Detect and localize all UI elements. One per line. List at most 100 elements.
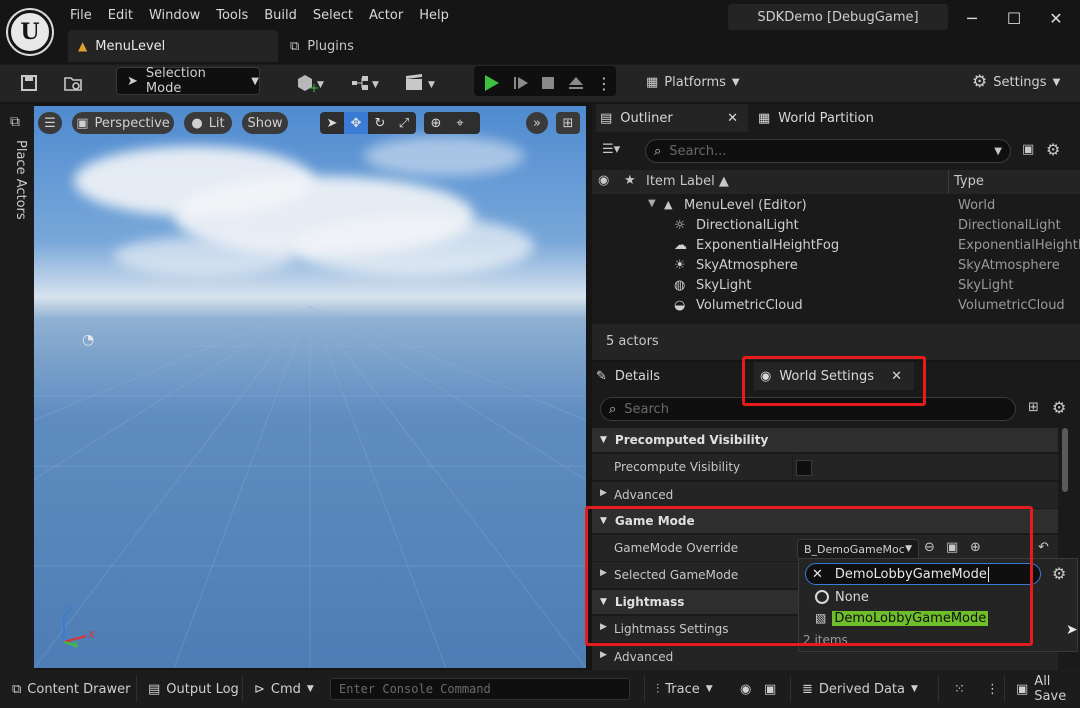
pin-icon[interactable]: ★: [624, 173, 636, 188]
gear-icon: ⚙: [972, 72, 988, 92]
blueprints-icon[interactable]: ▼: [345, 70, 385, 96]
selection-mode-dropdown[interactable]: ➤ Selection Mode ▼: [116, 66, 260, 96]
record-icon[interactable]: ◉: [740, 678, 751, 700]
maximize-button[interactable]: ☐: [1004, 8, 1024, 28]
menu-help[interactable]: Help: [411, 8, 457, 23]
cinematics-icon[interactable]: ▼: [400, 70, 440, 96]
axis-gizmo: [63, 614, 87, 647]
play-icon[interactable]: [480, 70, 502, 96]
tab-plugins[interactable]: ⧉ Plugins: [284, 30, 394, 62]
precompute-visibility-checkbox[interactable]: [796, 460, 812, 476]
reset-icon[interactable]: ↶: [1038, 540, 1049, 555]
filter-icon[interactable]: ☰▾: [602, 142, 620, 157]
more-options-icon[interactable]: ⋮: [986, 678, 999, 700]
tab-menulevel[interactable]: ▲ MenuLevel: [68, 30, 278, 62]
save-icon[interactable]: [16, 70, 42, 96]
cmd-dropdown[interactable]: ⊳ Cmd ▼: [254, 678, 314, 700]
row-label: ExponentialHeightFog: [696, 238, 840, 253]
tab-menulevel-label: MenuLevel: [95, 38, 166, 54]
content-drawer-button[interactable]: ⧉ Content Drawer: [12, 678, 130, 700]
lit-label: Lit: [208, 115, 225, 131]
select-tool-icon[interactable]: ➤: [320, 112, 344, 134]
outliner-row[interactable]: ◒ VolumetricCloud VolumetricCloud: [592, 296, 1080, 316]
col-item-label[interactable]: Item Label ▲: [646, 174, 729, 189]
stop-icon[interactable]: [538, 70, 558, 96]
col-type[interactable]: Type: [954, 174, 984, 189]
place-actors-tab[interactable]: Place Actors: [8, 140, 28, 230]
close-tab-icon[interactable]: ✕: [727, 111, 738, 126]
outliner-search-input[interactable]: ⌕ Search... ▼: [645, 139, 1011, 163]
menu-tools[interactable]: Tools: [208, 8, 256, 23]
surface-snap-icon[interactable]: ⌖: [448, 112, 472, 134]
row-type: World: [958, 198, 996, 213]
fog-icon: ☁: [674, 238, 687, 253]
step-icon[interactable]: [510, 70, 532, 96]
row-label: DirectionalLight: [696, 218, 799, 233]
rotate-tool-icon[interactable]: ↻: [368, 112, 392, 134]
outliner-header: ◉ ★ Item Label ▲ Type: [592, 170, 1080, 194]
outliner-icon: ▤: [600, 110, 613, 126]
cursor-icon: ➤: [127, 73, 138, 89]
outliner-row[interactable]: ☼ DirectionalLight DirectionalLight: [592, 216, 1080, 236]
cmd-label: Cmd: [270, 681, 301, 697]
menu-select[interactable]: Select: [305, 8, 361, 23]
close-window-button[interactable]: ✕: [1046, 8, 1066, 28]
console-command-input[interactable]: Enter Console Command: [330, 678, 630, 700]
scale-tool-icon[interactable]: ⤢: [392, 112, 416, 134]
screenshot-icon[interactable]: ▣: [764, 678, 776, 700]
outliner-row[interactable]: ☁ ExponentialHeightFog ExponentialHeight…: [592, 236, 1080, 256]
tab-world-partition[interactable]: ▦ World Partition: [758, 104, 918, 132]
sky-atmosphere-icon: ☀: [674, 258, 686, 273]
world-partition-icon: ▦: [758, 110, 771, 126]
browse-content-icon[interactable]: [60, 70, 86, 96]
level-viewport[interactable]: ◔ ☰ ▣ Perspective ● Lit Show ➤ ✥ ↻ ⤢ ⊕ ⌖…: [34, 106, 586, 668]
outliner-row-root[interactable]: ▼ ▲ MenuLevel (Editor) World: [592, 196, 1080, 216]
chevron-down-icon: ▼: [306, 684, 314, 694]
table-view-icon[interactable]: ⊞: [1028, 400, 1039, 415]
selection-mode-label: Selection Mode: [145, 66, 206, 96]
expand-toolbar-icon[interactable]: »: [526, 112, 548, 134]
derived-data-dropdown[interactable]: ≣ Derived Data ▼: [802, 678, 918, 700]
prop-advanced[interactable]: ▶ Advanced: [592, 482, 1058, 508]
menu-edit[interactable]: Edit: [100, 8, 141, 23]
settings-button[interactable]: ⚙ Settings ▼: [972, 70, 1060, 94]
gear-icon[interactable]: ⚙: [1046, 140, 1060, 159]
translate-tool-icon[interactable]: ✥: [344, 112, 368, 134]
save-all-button[interactable]: ▣ All Save: [1016, 674, 1080, 704]
details-scrollbar[interactable]: [1062, 428, 1068, 492]
outliner-row[interactable]: ◍ SkyLight SkyLight: [592, 276, 1080, 296]
gear-icon[interactable]: ⚙: [1052, 564, 1066, 583]
light-actor-icon[interactable]: ◔: [82, 332, 94, 348]
category-precomputed-visibility[interactable]: ▼ Precomputed Visibility: [592, 428, 1058, 452]
more-options-icon[interactable]: ⋮: [596, 70, 612, 96]
world-icon: ▲: [664, 198, 673, 211]
place-actors-icon[interactable]: ⧉: [10, 114, 20, 130]
add-folder-icon[interactable]: ▣: [1022, 142, 1034, 157]
menu-actor[interactable]: Actor: [361, 8, 411, 23]
output-log-button[interactable]: ▤ Output Log: [148, 678, 239, 700]
gear-icon[interactable]: ⚙: [1052, 398, 1066, 417]
show-button[interactable]: Show: [242, 112, 288, 134]
separator: [644, 676, 645, 702]
tab-details[interactable]: ✎ Details: [596, 362, 736, 390]
visibility-icon[interactable]: ◉: [598, 173, 609, 188]
layout-icon[interactable]: ⊞: [556, 112, 580, 134]
unreal-logo-icon[interactable]: U: [8, 10, 52, 54]
menu-build[interactable]: Build: [256, 8, 305, 23]
lit-button[interactable]: ● Lit: [184, 112, 232, 134]
minimize-button[interactable]: ─: [962, 8, 982, 28]
highlight-game-mode: [585, 506, 1033, 646]
world-coordinates-icon[interactable]: ⊕: [424, 112, 448, 134]
collapse-icon[interactable]: ▼: [648, 198, 656, 209]
eject-icon[interactable]: [566, 70, 586, 96]
add-actor-icon[interactable]: + ▼: [290, 70, 330, 96]
platforms-button[interactable]: ▦ Platforms ▼: [646, 70, 740, 94]
perspective-button[interactable]: ▣ Perspective: [72, 112, 174, 134]
menu-file[interactable]: File: [62, 8, 100, 23]
outliner-row[interactable]: ☀ SkyAtmosphere SkyAtmosphere: [592, 256, 1080, 276]
tab-outliner[interactable]: ▤ Outliner ✕: [596, 104, 748, 132]
menu-window[interactable]: Window: [141, 8, 208, 23]
trace-dropdown[interactable]: ⫶ Trace ▼: [656, 678, 713, 700]
viewport-menu-icon[interactable]: ☰: [38, 112, 62, 134]
source-control-icon[interactable]: ⁙: [954, 678, 965, 700]
